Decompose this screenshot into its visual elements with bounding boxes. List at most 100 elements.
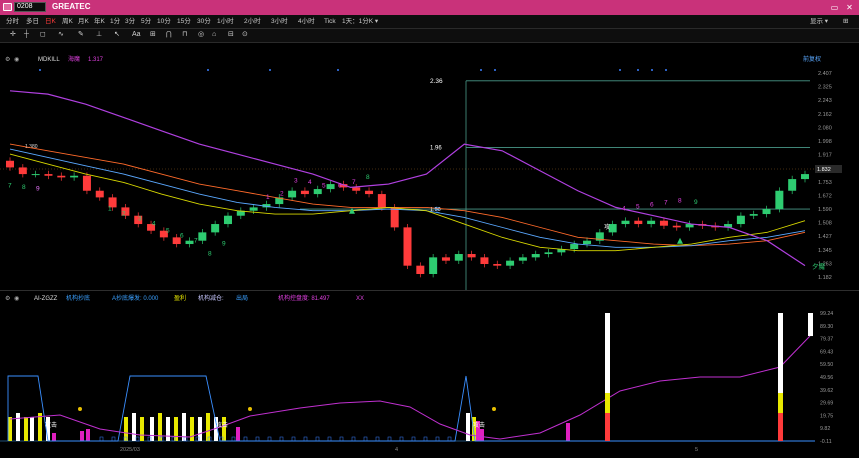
ticker-input[interactable]: 0208: [14, 2, 46, 12]
attack-marker: 攻击: [473, 421, 485, 429]
settings-icon[interactable]: ⊞: [843, 17, 848, 26]
price-tick: 1.345: [818, 248, 832, 254]
timeframe-6[interactable]: 1分: [110, 17, 120, 26]
td-count-magenta: 6: [650, 202, 654, 209]
candle-body: [70, 175, 79, 178]
marker-dot: [337, 69, 339, 71]
copy-icon[interactable]: ⊟: [228, 30, 234, 40]
candle-body: [621, 220, 630, 225]
timeframe-7[interactable]: 3分: [125, 17, 135, 26]
pen-tool-icon[interactable]: ✎: [78, 30, 84, 40]
td-count-magenta: 1: [266, 194, 270, 201]
candle-body: [403, 227, 412, 266]
text-tool-icon[interactable]: Aa: [132, 30, 141, 40]
display-menu[interactable]: 显示 ▾: [810, 17, 828, 26]
candle-body: [506, 260, 515, 266]
timeframe-2[interactable]: 日K: [45, 17, 56, 26]
timeframe-10[interactable]: 15分: [177, 17, 191, 26]
candle-body: [480, 257, 489, 265]
candle-body: [736, 215, 745, 225]
td-count-green: 6: [180, 232, 184, 239]
marker-dot: [39, 69, 41, 71]
visibility-icon[interactable]: ◎: [198, 30, 204, 40]
indicator-tick: 89.30: [820, 324, 833, 330]
marker-dot: [651, 69, 653, 71]
indicator-bar-outline: [267, 436, 272, 442]
control-degree-line: [9, 335, 811, 440]
close-icon[interactable]: ✕: [845, 3, 854, 12]
candle-body: [454, 254, 463, 261]
candle-body: [95, 190, 104, 198]
candle-body: [467, 254, 476, 258]
indicator-bar: [222, 417, 226, 441]
marker-dot: [637, 69, 639, 71]
timeframe-1[interactable]: 多日: [26, 17, 39, 26]
price-tick: 1.182: [818, 275, 832, 281]
indicator-bar-outline: [231, 436, 236, 442]
candle-body: [249, 207, 258, 211]
candlestick-chart[interactable]: 2.4072.3252.2432.1622.0801.9981.9171.835…: [0, 43, 859, 290]
timeframe-14[interactable]: 3小时: [271, 17, 288, 26]
candle-body: [659, 220, 668, 226]
indicator-tick: 69.43: [820, 349, 833, 355]
td-count-magenta: 4: [622, 206, 626, 213]
rectangle-tool-icon[interactable]: ◻: [40, 30, 46, 40]
indicator-chart[interactable]: 99.24 89.30 79.37 69.43 59.50 49.56 39.62 29.69…: [0, 291, 859, 458]
timeframe-17[interactable]: 1天：1分K ▾: [342, 17, 378, 26]
indicator-bar-outline: [435, 436, 440, 442]
reward-icon: [248, 407, 252, 411]
candle-body: [493, 264, 502, 266]
toggle-icon[interactable]: ⊙: [242, 30, 248, 40]
candle-body: [365, 190, 374, 195]
indicator-bar-magenta: [52, 433, 56, 441]
candle-body: [634, 220, 643, 225]
timeframe-3[interactable]: 周K: [62, 17, 73, 26]
candle-body: [82, 175, 91, 191]
horizontal-line-icon[interactable]: ┼: [24, 30, 29, 40]
td-count-green: 1: [108, 206, 112, 213]
candle-body: [223, 215, 232, 225]
timeframe-11[interactable]: 30分: [197, 17, 211, 26]
title-bar: 0208 GREATEC ▭ ✕: [0, 0, 859, 15]
price-tick: 1.672: [818, 193, 832, 199]
timeframe-4[interactable]: 月K: [78, 17, 89, 26]
timeframe-5[interactable]: 年K: [94, 17, 105, 26]
arrow-tool-icon[interactable]: ↖: [114, 30, 120, 40]
timeframe-15[interactable]: 4小时: [298, 17, 315, 26]
indicator-bar-magenta: [86, 429, 90, 441]
magnet-icon[interactable]: ⋂: [166, 30, 172, 40]
timeframe-16[interactable]: Tick: [324, 17, 336, 26]
timeframe-12[interactable]: 1小时: [217, 17, 234, 26]
price-tick: 1.427: [818, 234, 832, 240]
timeframe-9[interactable]: 10分: [157, 17, 171, 26]
indicator-tick: 9.82: [820, 426, 830, 432]
candle-body: [300, 190, 309, 195]
candle-body: [788, 179, 797, 191]
td-count-magenta: 9: [36, 186, 40, 193]
measure-icon[interactable]: ⊥: [96, 30, 102, 40]
lock-icon[interactable]: ⊓: [182, 30, 187, 40]
timeframe-8[interactable]: 5分: [141, 17, 151, 26]
buy-signal-triangle: [677, 237, 683, 244]
wave-tool-icon[interactable]: ∿: [58, 30, 64, 40]
timeframe-13[interactable]: 2小时: [244, 17, 261, 26]
indicator-bar-magenta: [80, 431, 84, 441]
indicator-tick: 59.50: [820, 362, 833, 368]
td-count-magenta: 5: [322, 182, 326, 189]
marker-dot: [207, 69, 209, 71]
timeframe-0[interactable]: 分时: [6, 17, 19, 26]
restore-icon[interactable]: ▭: [830, 3, 839, 12]
td-count-green: 8: [22, 184, 26, 191]
trash-icon[interactable]: ⌂: [212, 30, 216, 40]
td-count-magenta: 8: [366, 174, 370, 181]
td-count-magenta: 7: [664, 200, 668, 207]
indicator-bar: [140, 417, 144, 441]
candle-body: [416, 265, 425, 275]
marker-dot: [269, 69, 271, 71]
indicator-bar-outline: [99, 436, 104, 442]
candle-body: [198, 232, 207, 241]
ruler-icon[interactable]: ⊞: [150, 30, 156, 40]
indicator-bar-outline: [255, 436, 260, 442]
crosshair-icon[interactable]: ✛: [10, 30, 16, 40]
price-tick: 1.998: [818, 139, 832, 145]
